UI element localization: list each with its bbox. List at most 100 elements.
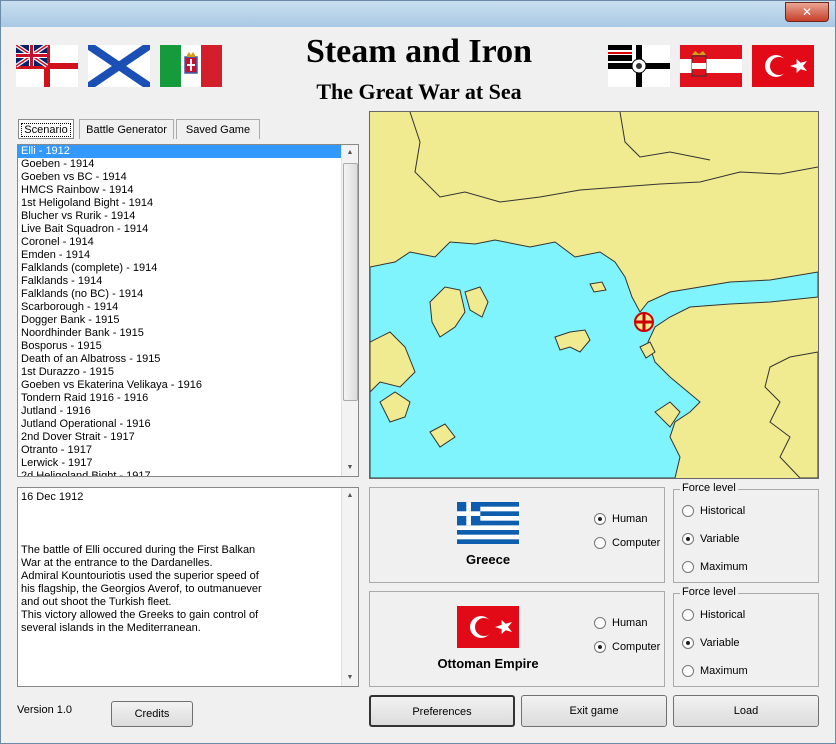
side2-computer-radio[interactable]: Computer xyxy=(594,640,660,654)
italian-flag-icon xyxy=(160,45,222,87)
scenario-list-item[interactable]: Goeben vs BC - 1914 xyxy=(18,171,358,184)
scenario-list-item[interactable]: Live Bait Squadron - 1914 xyxy=(18,223,358,236)
scenario-list-item[interactable]: Blucher vs Rurik - 1914 xyxy=(18,210,358,223)
scenario-list-item[interactable]: Dogger Bank - 1915 xyxy=(18,314,358,327)
scenario-list-item[interactable]: 1st Durazzo - 1915 xyxy=(18,366,358,379)
uk-white-ensign-icon xyxy=(16,45,78,87)
radio-dot xyxy=(594,641,606,654)
scroll-up-icon[interactable]: ▲ xyxy=(342,488,358,504)
scenario-list-item[interactable]: Jutland - 1916 xyxy=(18,405,358,418)
radio-dot xyxy=(682,609,694,622)
description-line: Admiral Kountouriotis used the superior … xyxy=(21,570,259,582)
close-button[interactable]: ✕ xyxy=(785,2,829,22)
radio-label: Maximum xyxy=(700,665,748,677)
radio-dot xyxy=(594,537,606,550)
description-line: his flagship, the Georgios Averof, to ou… xyxy=(21,583,262,595)
radio-label: Human xyxy=(612,513,648,525)
scenario-list-item[interactable]: Falklands (no BC) - 1914 xyxy=(18,288,358,301)
tab-saved-game[interactable]: Saved Game xyxy=(176,119,260,139)
radio-label: Human xyxy=(612,617,648,629)
radio-label: Variable xyxy=(700,637,740,649)
side2-force-historical[interactable]: Historical xyxy=(682,608,745,622)
turkish-flag-icon xyxy=(752,45,814,87)
side1-panel: Greece Human Computer xyxy=(369,487,665,583)
scenario-list-item[interactable]: Elli - 1912 xyxy=(18,145,358,158)
austro-hungarian-ensign-icon xyxy=(680,45,742,87)
scenario-list-item[interactable]: Scarborough - 1914 xyxy=(18,301,358,314)
side1-force-level-group: Force level Historical Variable Maximum xyxy=(673,482,819,583)
side1-human-radio[interactable]: Human xyxy=(594,512,647,526)
app-subtitle: The Great War at Sea xyxy=(316,79,522,104)
side2-panel: Ottoman Empire Human Computer xyxy=(369,591,665,687)
radio-dot xyxy=(682,665,694,678)
description-line: The battle of Elli occured during the Fi… xyxy=(21,544,256,556)
scenario-description: 16 Dec 1912 The battle of Elli occured d… xyxy=(17,487,359,687)
radio-dot xyxy=(682,533,694,546)
credits-button[interactable]: Credits xyxy=(111,701,193,727)
scroll-down-icon[interactable]: ▼ xyxy=(342,460,358,476)
radio-dot xyxy=(682,561,694,574)
description-line: This victory allowed the Greeks to gain … xyxy=(21,609,259,621)
scenario-list-item[interactable]: Lerwick - 1917 xyxy=(18,457,358,470)
side2-force-maximum[interactable]: Maximum xyxy=(682,664,748,678)
side1-force-maximum[interactable]: Maximum xyxy=(682,560,748,574)
side2-human-radio[interactable]: Human xyxy=(594,616,647,630)
scenario-list-item[interactable]: 1st Heligoland Bight - 1914 xyxy=(18,197,358,210)
greek-flag-icon xyxy=(457,502,519,544)
side2-nation-name: Ottoman Empire xyxy=(437,656,539,671)
scenario-list[interactable]: Elli - 1912 Goeben - 1914 Goeben vs BC - 1… xyxy=(17,144,359,477)
tab-battle-generator[interactable]: Battle Generator xyxy=(79,119,174,139)
side2-force-level-group: Force level Historical Variable Maximum xyxy=(673,586,819,687)
russian-naval-ensign-icon xyxy=(88,45,150,87)
scenario-list-item[interactable]: Goeben - 1914 xyxy=(18,158,358,171)
radio-dot xyxy=(682,637,694,650)
tab-scenario[interactable]: Scenario xyxy=(18,119,74,139)
scenario-list-item[interactable]: 2nd Dover Strait - 1917 xyxy=(18,431,358,444)
version-label: Version 1.0 xyxy=(17,704,73,716)
radio-label: Historical xyxy=(700,505,746,517)
side1-computer-radio[interactable]: Computer xyxy=(594,536,660,550)
description-text: The battle of Elli occured during the Fi… xyxy=(21,544,321,635)
battle-marker-icon xyxy=(634,312,654,332)
radio-label: Computer xyxy=(612,537,661,549)
side1-force-variable[interactable]: Variable xyxy=(682,532,740,546)
scenario-list-item[interactable]: Coronel - 1914 xyxy=(18,236,358,249)
scenario-map[interactable] xyxy=(369,111,819,479)
scenario-list-item[interactable]: 2d Heligoland Bight - 1917 xyxy=(18,470,358,476)
scenario-list-item[interactable]: HMCS Rainbow - 1914 xyxy=(18,184,358,197)
preferences-button[interactable]: Preferences xyxy=(369,695,515,727)
scenario-list-item[interactable]: Otranto - 1917 xyxy=(18,444,358,457)
scenario-list-item[interactable]: Emden - 1914 xyxy=(18,249,358,262)
radio-dot xyxy=(682,505,694,518)
radio-label: Historical xyxy=(700,609,746,621)
scenario-list-item[interactable]: Falklands (complete) - 1914 xyxy=(18,262,358,275)
side1-force-historical[interactable]: Historical xyxy=(682,504,745,518)
scenario-date: 16 Dec 1912 xyxy=(21,491,84,503)
description-scrollbar[interactable]: ▲ ▼ xyxy=(341,488,358,686)
scenario-list-scrollbar[interactable]: ▲ ▼ xyxy=(341,145,358,476)
scenario-list-item[interactable]: Falklands - 1914 xyxy=(18,275,358,288)
load-button[interactable]: Load xyxy=(673,695,819,727)
scroll-thumb[interactable] xyxy=(343,163,358,401)
scenario-list-item[interactable]: Bosporus - 1915 xyxy=(18,340,358,353)
tab-label: Scenario xyxy=(21,123,71,137)
radio-label: Maximum xyxy=(700,561,748,573)
side2-force-variable[interactable]: Variable xyxy=(682,636,740,650)
scenario-list-item[interactable]: Tondern Raid 1916 - 1916 xyxy=(18,392,358,405)
radio-label: Variable xyxy=(700,533,740,545)
scenario-list-item[interactable]: Jutland Operational - 1916 xyxy=(18,418,358,431)
client-area: Steam and Iron The Great War at Sea Scen… xyxy=(9,27,827,737)
scenario-list-item[interactable]: Noordhinder Bank - 1915 xyxy=(18,327,358,340)
description-line: and out shoot the Turkish fleet. xyxy=(21,596,172,608)
aegean-map xyxy=(370,112,818,478)
scroll-up-icon[interactable]: ▲ xyxy=(342,145,358,161)
radio-dot xyxy=(594,617,606,630)
radio-dot xyxy=(594,513,606,526)
exit-game-button[interactable]: Exit game xyxy=(521,695,667,727)
title-bar: ✕ xyxy=(1,1,835,27)
scroll-down-icon[interactable]: ▼ xyxy=(342,670,358,686)
scenario-list-item[interactable]: Goeben vs Ekaterina Velikaya - 1916 xyxy=(18,379,358,392)
app-title: Steam and Iron xyxy=(305,33,533,70)
scenario-list-item[interactable]: Death of an Albatross - 1915 xyxy=(18,353,358,366)
turkish-flag-icon xyxy=(457,606,519,648)
